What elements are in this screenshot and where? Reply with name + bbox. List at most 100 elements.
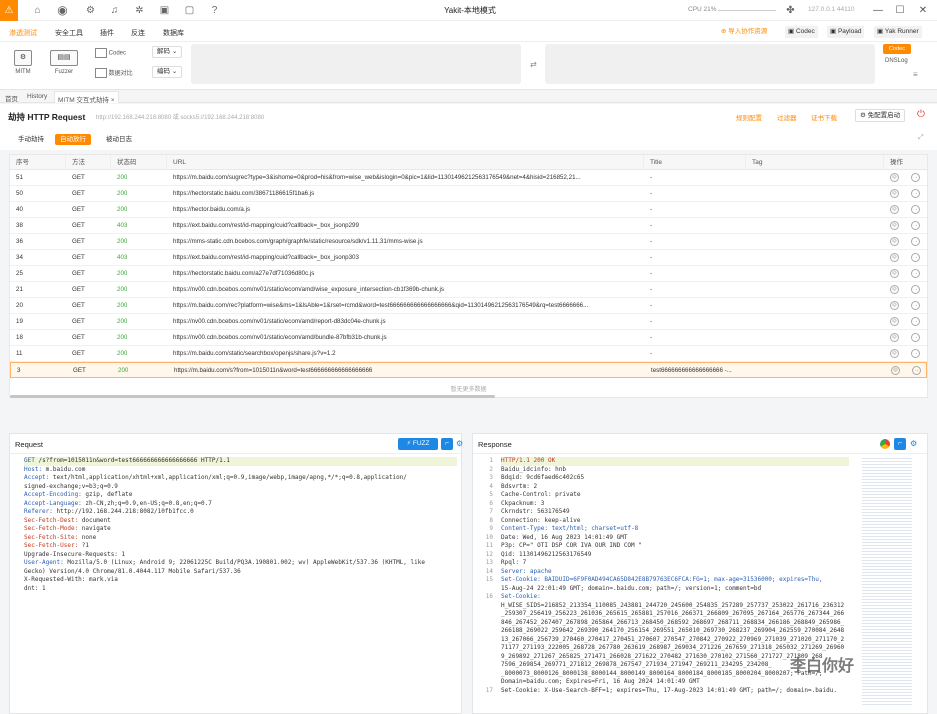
view-icon[interactable]: ◎ (890, 189, 899, 198)
filter-button[interactable]: 过滤器 (777, 112, 797, 122)
send-icon[interactable]: → (911, 205, 920, 214)
view-icon[interactable]: ◎ (890, 285, 899, 294)
menu-plugins[interactable]: 插件 (100, 28, 114, 38)
send-icon[interactable]: → (911, 317, 920, 326)
menu-database[interactable]: 数据库 (163, 28, 184, 38)
request-editor[interactable]: GET /s?from=1015011n&word=test6666666666… (10, 454, 461, 713)
menu-icon[interactable]: ≡ (913, 70, 918, 79)
free-config-button[interactable]: ⚙ 免配置启动 (855, 109, 906, 122)
help-icon[interactable]: ? (208, 4, 221, 17)
response-editor[interactable]: 1 HTTP/1.1 200 OK 2 Baidu_idcinfo: hnb 3 Bdqi… (473, 454, 927, 713)
menu-security-tools[interactable]: 安全工具 (55, 28, 83, 38)
tab-manual[interactable]: 手动劫持 (13, 134, 49, 145)
codec-badge[interactable]: Codec (883, 44, 911, 54)
table-row[interactable]: 51 GET 200 https://m.baidu.com/sugrec?type=… (10, 170, 927, 186)
power-icon[interactable]: ⏻ (917, 109, 925, 120)
codec-tool[interactable]: Codec (95, 48, 135, 58)
send-icon[interactable]: → (911, 333, 920, 342)
encode-select[interactable]: 编码 ⌄ (152, 66, 183, 78)
table-row[interactable]: 34 GET 403 https://ext.baidu.com/rest/id-ma… (10, 250, 927, 266)
send-icon[interactable]: → (911, 221, 920, 230)
format-icon[interactable]: ⌐ (441, 438, 453, 450)
fuzzer-tool[interactable]: ▤▤ Fuzzer (49, 50, 79, 75)
view-icon[interactable]: ◎ (890, 301, 899, 310)
fuzz-button[interactable]: ⚡ FUZZ (398, 438, 438, 450)
payload-button[interactable]: ▣ Payload (827, 26, 865, 38)
yakit-logo-icon[interactable]: ⚠ (0, 0, 18, 21)
view-icon[interactable]: ◎ (890, 221, 899, 230)
engine-icon[interactable]: ✤ (784, 4, 797, 17)
horizontal-scrollbar[interactable] (10, 395, 495, 398)
send-icon[interactable]: → (911, 269, 920, 278)
tab-passive-log[interactable]: 被动日志 (101, 134, 137, 145)
col-status[interactable]: 状态码 (111, 155, 167, 170)
table-row[interactable]: 38 GET 403 https://ext.baidu.com/rest/id-ma… (10, 218, 927, 234)
close-icon[interactable]: × (111, 97, 115, 104)
tab-history[interactable]: History (27, 93, 47, 100)
settings-icon[interactable]: ⚙ (84, 4, 97, 17)
compare-tool[interactable]: 数据对比 (95, 68, 145, 79)
send-icon[interactable]: → (911, 349, 920, 358)
codec-button[interactable]: ▣ Codec (785, 26, 818, 38)
send-icon[interactable]: → (912, 366, 921, 375)
home-icon[interactable]: ⌂ (31, 4, 44, 17)
table-row[interactable]: 3 GET 200 https://m.baidu.com/s?from=101501… (10, 362, 927, 378)
tab-mitm[interactable]: MITM 交互式劫持 × (54, 91, 119, 104)
col-id[interactable]: 序号 (10, 155, 66, 170)
close-button[interactable]: ✕ (915, 3, 931, 18)
avatar-icon[interactable]: ◉ (56, 4, 69, 17)
dnslog-label[interactable]: DNSLog (885, 58, 908, 64)
menu-pentest[interactable]: 渗透测试 (9, 28, 37, 38)
format-icon[interactable]: ⌐ (894, 438, 906, 450)
col-title[interactable]: Title (644, 155, 746, 170)
col-method[interactable]: 方法 (66, 155, 111, 170)
table-row[interactable]: 40 GET 200 https://hector.baidu.com/a.js - ◎ → (10, 202, 927, 218)
table-row[interactable]: 20 GET 200 https://m.baidu.com/rec?platform… (10, 298, 927, 314)
view-icon[interactable]: ◎ (890, 237, 899, 246)
codec-output-area[interactable] (545, 44, 875, 84)
screen-icon[interactable]: ▢ (183, 4, 196, 17)
tab-home[interactable]: 首页 (5, 93, 18, 103)
col-url[interactable]: URL (167, 155, 644, 170)
table-row[interactable]: 19 GET 200 https://nv00.cdn.bcebos.com/nv01… (10, 314, 927, 330)
yak-runner-button[interactable]: ▣ Yak Runner (874, 26, 922, 38)
minimize-button[interactable]: — (870, 3, 886, 18)
bell-icon[interactable]: ♫ (108, 4, 121, 17)
view-icon[interactable]: ◎ (890, 253, 899, 262)
expand-icon[interactable]: ⤢ (918, 134, 924, 142)
send-icon[interactable]: → (911, 301, 920, 310)
tab-auto[interactable]: 自动放行 (55, 134, 91, 145)
code-minimap[interactable] (862, 456, 912, 706)
settings-icon[interactable]: ⚙ (910, 439, 917, 448)
rule-config-button[interactable]: 规则配置 (736, 112, 762, 122)
view-icon[interactable]: ◎ (890, 173, 899, 182)
table-row[interactable]: 50 GET 200 https://hectorstatic.baidu.com/3… (10, 186, 927, 202)
cert-download-button[interactable]: 证书下载 (811, 112, 837, 122)
settings-icon[interactable]: ⚙ (456, 439, 463, 448)
table-row[interactable]: 11 GET 200 https://m.baidu.com/static/searc… (10, 346, 927, 362)
table-row[interactable]: 18 GET 200 https://nv00.cdn.bcebos.com/nv01… (10, 330, 927, 346)
view-icon[interactable]: ◎ (890, 205, 899, 214)
view-icon[interactable]: ◎ (890, 349, 899, 358)
swap-icon[interactable]: ⇄ (530, 60, 537, 69)
send-icon[interactable]: → (911, 173, 920, 182)
table-row[interactable]: 36 GET 200 https://mms-static.cdn.bcebos.co… (10, 234, 927, 250)
view-icon[interactable]: ◎ (890, 269, 899, 278)
table-row[interactable]: 25 GET 200 https://hectorstatic.baidu.com/a… (10, 266, 927, 282)
bug-icon[interactable]: ✲ (133, 4, 146, 17)
view-icon[interactable]: ◎ (890, 317, 899, 326)
terminal-icon[interactable]: ▣ (158, 4, 171, 17)
table-row[interactable]: 21 GET 200 https://nv00.cdn.bcebos.com/nv01… (10, 282, 927, 298)
col-tag[interactable]: Tag (746, 155, 884, 170)
menu-reverse[interactable]: 反连 (131, 28, 145, 38)
send-icon[interactable]: → (911, 189, 920, 198)
codec-input-area[interactable] (191, 44, 521, 84)
mitm-tool[interactable]: ⚙ MITM (11, 50, 35, 75)
send-icon[interactable]: → (911, 237, 920, 246)
view-icon[interactable]: ◎ (890, 333, 899, 342)
import-resource-button[interactable]: ⊕ 导入协作资源 (718, 26, 770, 38)
maximize-button[interactable]: ☐ (892, 3, 908, 18)
view-icon[interactable]: ◎ (891, 366, 900, 375)
decode-select[interactable]: 解码 ⌄ (152, 46, 183, 58)
chrome-icon[interactable] (880, 439, 890, 449)
